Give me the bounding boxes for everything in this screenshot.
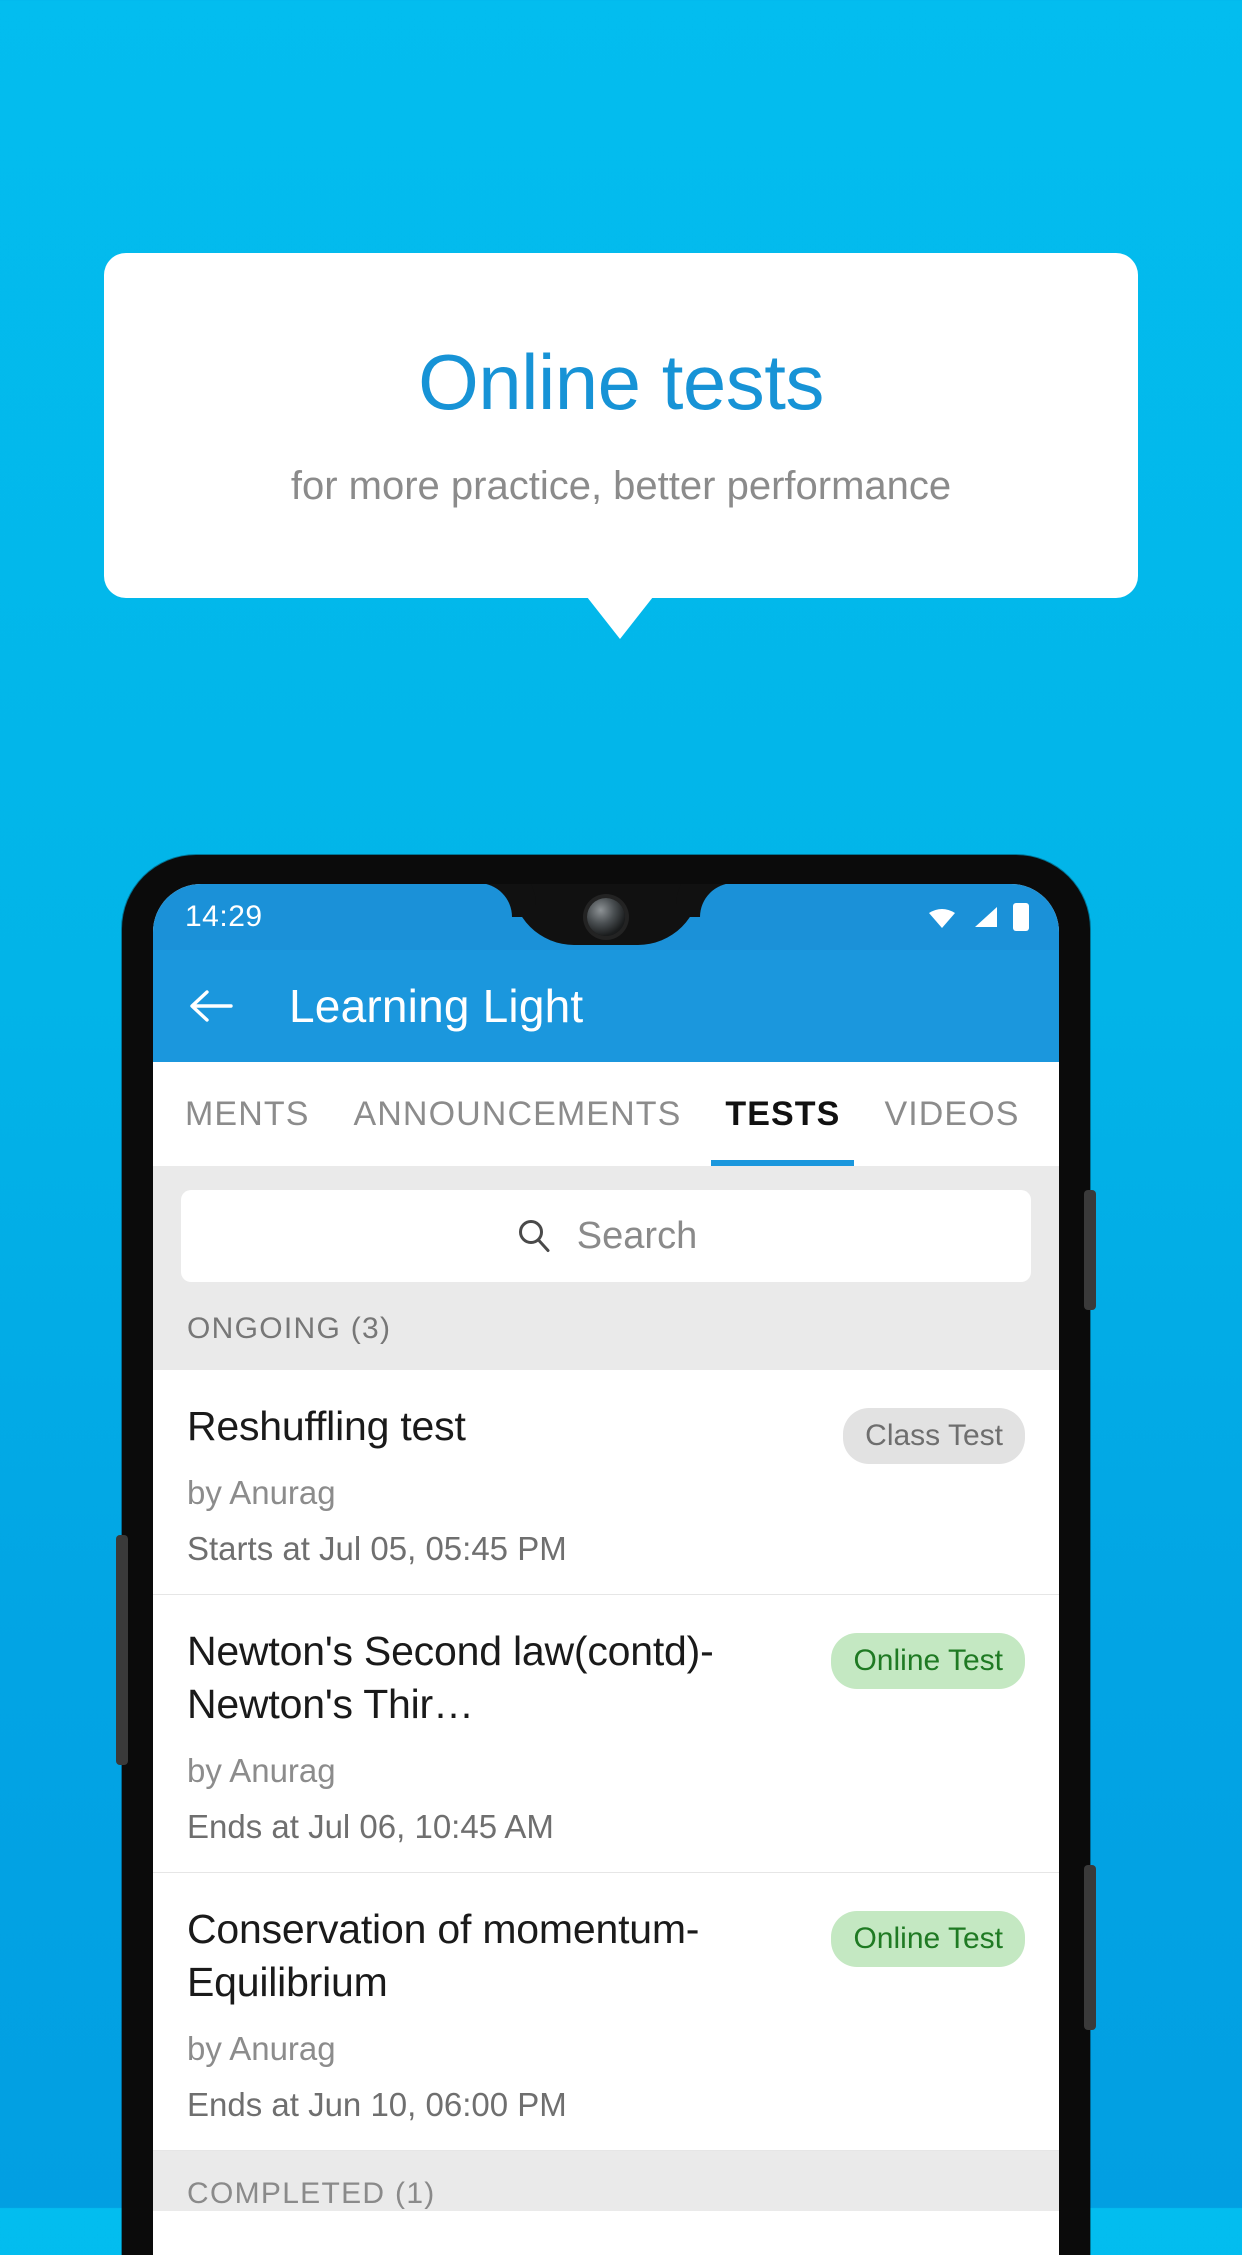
section-header-completed: COMPLETED (1) [153,2151,1059,2212]
phone-mockup: 14:29 Learning Light MENTS ANNOUNCEMENTS… [116,855,1096,2255]
list-item[interactable]: Newton's Second law(contd)-Newton's Thir… [153,1595,1059,1874]
test-author: by Anurag [187,1474,336,1512]
list-item[interactable]: Conservation of momentum-Equilibrium by … [153,1873,1059,2152]
section-header-ongoing: ONGOING (3) [153,1304,1059,1370]
status-badge: Online Test [831,1911,1025,1968]
battery-icon [1013,903,1029,931]
tab-announcements[interactable]: ANNOUNCEMENTS [332,1062,704,1166]
test-info: Conservation of momentum-Equilibrium by … [187,1903,815,2124]
search-input[interactable]: Search [181,1190,1031,1282]
test-title: Conservation of momentum-Equilibrium [187,1906,700,2005]
app-bar: Learning Light [153,950,1059,1062]
search-container: Search [153,1166,1059,1304]
status-badge: Class Test [843,1408,1025,1464]
promo-card: Online tests for more practice, better p… [104,253,1138,598]
page-title: Learning Light [289,980,584,1032]
test-info: Reshuffling test by Anurag Starts at Jul… [187,1400,827,1568]
phone-power-button[interactable] [1084,1190,1096,1310]
promo-subtitle: for more practice, better performance [290,463,952,508]
test-list: Reshuffling test by Anurag Starts at Jul… [153,1370,1059,2152]
test-title: Reshuffling test [187,1403,466,1449]
promo-title: Online tests [418,337,824,426]
tab-tests[interactable]: TESTS [703,1062,862,1166]
test-schedule: Ends at Jul 06, 10:45 AM [187,1808,554,1846]
wifi-icon [929,909,955,928]
test-info: Newton's Second law(contd)-Newton's Thir… [187,1625,815,1846]
test-schedule: Ends at Jun 10, 06:00 PM [187,2086,567,2124]
test-schedule: Starts at Jul 05, 05:45 PM [187,1530,567,1568]
status-badge: Online Test [831,1633,1025,1690]
search-placeholder: Search [576,1214,698,1257]
test-author: by Anurag [187,2030,336,2068]
promo-tail [587,597,653,639]
phone-volume-button[interactable] [1084,1865,1096,2030]
phone-screen: 14:29 Learning Light MENTS ANNOUNCEMENTS… [153,884,1059,2255]
tab-bar: MENTS ANNOUNCEMENTS TESTS VIDEOS [153,1062,1059,1166]
list-item[interactable]: Reshuffling test by Anurag Starts at Jul… [153,1370,1059,1596]
test-author: by Anurag [187,1752,336,1790]
phone-notch [512,884,700,945]
tab-videos[interactable]: VIDEOS [862,1062,1041,1166]
back-arrow-icon[interactable] [185,980,237,1032]
status-icons [927,903,1029,931]
test-title: Newton's Second law(contd)-Newton's Thir… [187,1628,714,1727]
front-camera [587,898,625,936]
tab-assignments[interactable]: MENTS [153,1062,332,1166]
phone-side-button[interactable] [116,1535,128,1765]
search-icon [518,1220,550,1252]
signal-icon [975,907,997,927]
status-time: 14:29 [185,900,263,933]
status-bar: 14:29 [153,884,1059,950]
